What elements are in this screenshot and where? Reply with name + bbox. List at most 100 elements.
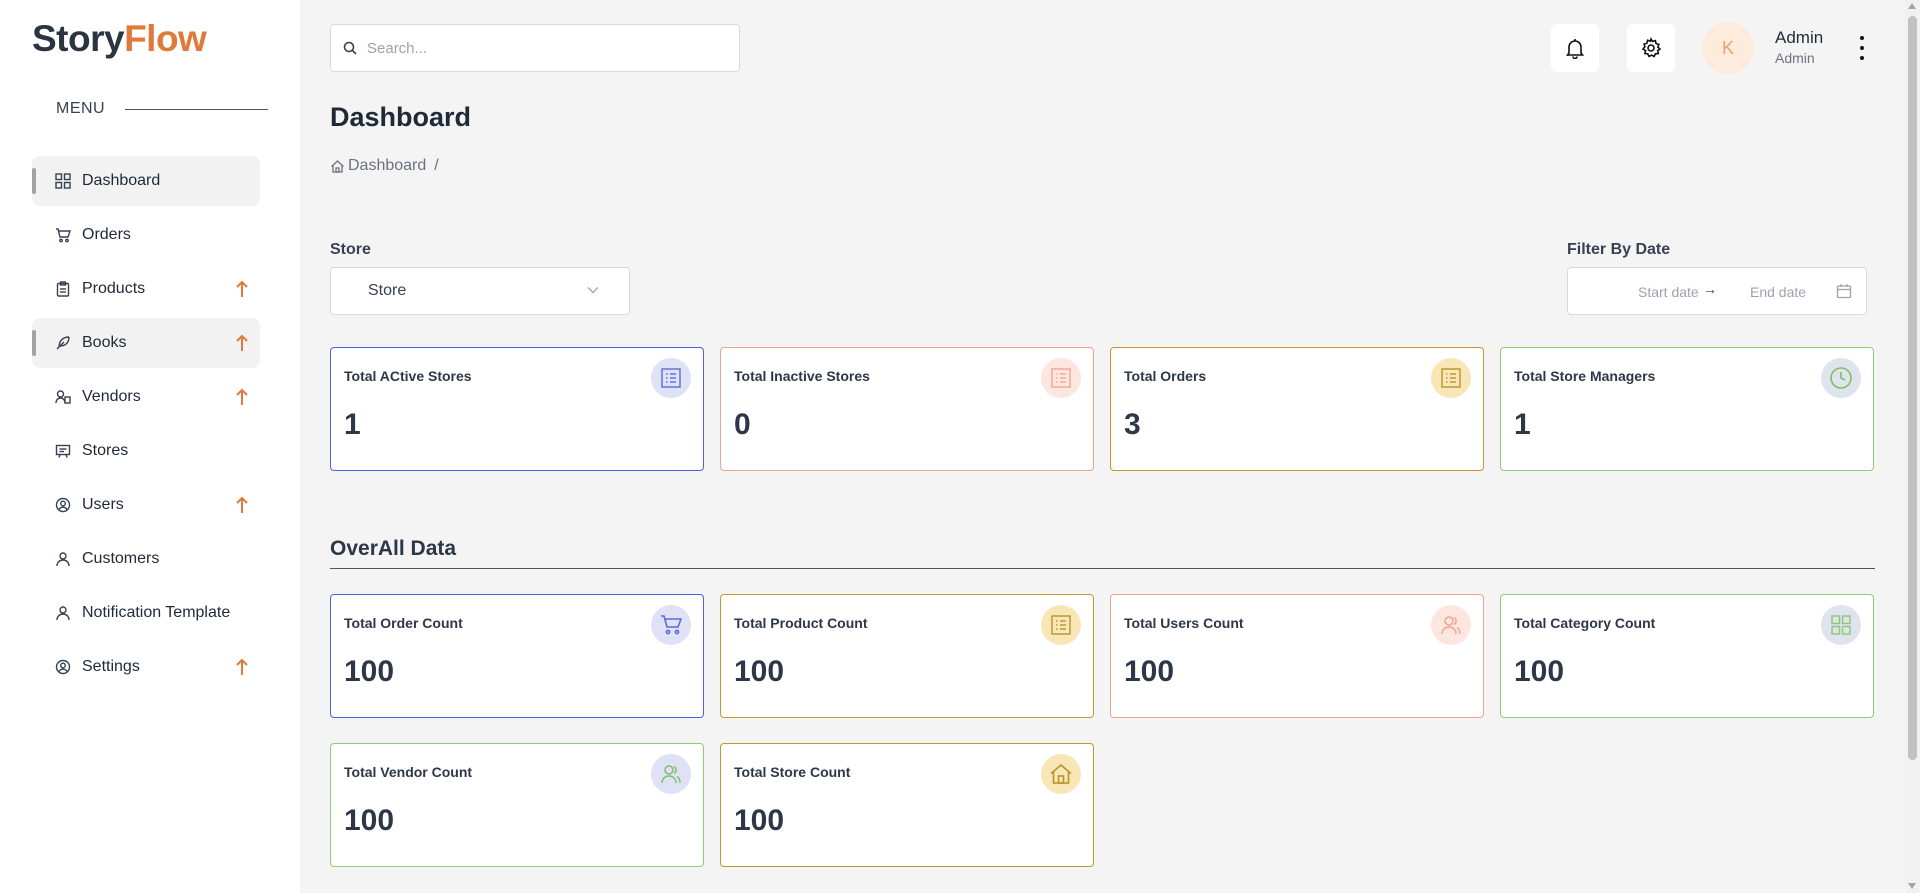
users-icon: [651, 754, 691, 794]
stat-card-value: 1: [344, 408, 361, 441]
vendors-icon: [54, 388, 72, 406]
sidebar-item-stores[interactable]: Stores: [32, 426, 260, 476]
sidebar-item-label: Vendors: [82, 388, 141, 405]
date-filter-label: Filter By Date: [1567, 241, 1671, 258]
stat-card-title: Total Inactive Stores: [734, 368, 870, 384]
stat-card-value: 100: [734, 804, 785, 837]
users-icon: [1431, 605, 1471, 645]
scrollbar-thumb[interactable]: [1908, 16, 1917, 760]
stat-card-value: 0: [734, 408, 751, 441]
stat-card-value: 1: [1514, 408, 1531, 441]
sidebar-item-users[interactable]: Users: [32, 480, 260, 530]
store-select[interactable]: Store: [330, 267, 630, 315]
menu-heading: MENU: [56, 100, 268, 118]
settings-button[interactable]: [1627, 24, 1675, 72]
logo-part-story: Story: [32, 18, 125, 59]
sidebar: StoryFlow MENU Dashboard Orders Products: [0, 0, 300, 893]
stat-card-value: 100: [1124, 655, 1175, 688]
date-range-arrow: →: [1703, 281, 1717, 297]
notifications-button[interactable]: [1551, 24, 1599, 72]
user-role: Admin: [1775, 50, 1815, 66]
cart-icon: [651, 605, 691, 645]
list-icon: [651, 358, 691, 398]
stat-card-title: Total Orders: [1124, 368, 1207, 384]
stat-card-title: Total Product Count: [734, 615, 868, 631]
stat-card-vendor-count: Total Vendor Count 100: [330, 743, 704, 867]
list-icon: [1431, 358, 1471, 398]
date-range-picker[interactable]: Start date → End date: [1567, 267, 1867, 315]
sidebar-item-dashboard[interactable]: Dashboard: [32, 156, 260, 206]
stat-card-value: 100: [734, 655, 785, 688]
search-icon: [343, 41, 357, 55]
user-circle-icon: [54, 496, 72, 514]
section-title: OverAll Data: [330, 537, 457, 560]
list-icon: [1041, 358, 1081, 398]
logo-part-flow: Flow: [124, 18, 207, 59]
sidebar-item-customers[interactable]: Customers: [32, 534, 260, 584]
sidebar-item-notification-template[interactable]: Notification Template: [32, 588, 260, 638]
sidebar-item-label: Notification Template: [82, 604, 231, 621]
search-input[interactable]: [365, 38, 725, 58]
expand-arrow-icon[interactable]: [234, 657, 250, 677]
expand-arrow-icon[interactable]: [234, 279, 250, 299]
grid-icon: [54, 172, 72, 190]
sidebar-item-orders[interactable]: Orders: [32, 210, 260, 260]
sidebar-item-label: Users: [82, 496, 124, 513]
sidebar-item-settings[interactable]: Settings: [32, 642, 260, 692]
expand-arrow-icon[interactable]: [234, 333, 250, 353]
end-date-input[interactable]: End date: [1750, 284, 1806, 300]
user-name[interactable]: Admin: [1775, 28, 1823, 48]
sidebar-nav: Dashboard Orders Products Books Vendors …: [32, 156, 260, 696]
sidebar-item-label: Customers: [82, 550, 160, 567]
stat-card-title: Total Store Managers: [1514, 368, 1656, 384]
sidebar-item-label: Books: [82, 334, 127, 351]
store-filter-label: Store: [330, 241, 371, 258]
stat-card-title: Total Order Count: [344, 615, 463, 631]
section-divider: [330, 568, 1875, 569]
sidebar-item-vendors[interactable]: Vendors: [32, 372, 260, 422]
home-icon: [1041, 754, 1081, 794]
list-icon: [1041, 605, 1081, 645]
scroll-down-arrow-icon[interactable]: [1908, 883, 1916, 889]
breadcrumb-dashboard-link[interactable]: Dashboard: [348, 157, 426, 175]
store-icon: [54, 442, 72, 460]
stat-card-product-count: Total Product Count 100: [720, 594, 1094, 718]
menu-heading-label: MENU: [56, 100, 106, 117]
stat-card-value: 100: [344, 804, 395, 837]
stat-card-value: 100: [344, 655, 395, 688]
sidebar-item-books[interactable]: Books: [32, 318, 260, 368]
clipboard-icon: [54, 280, 72, 298]
stat-card-title: Total Vendor Count: [344, 764, 473, 780]
cart-icon: [54, 226, 72, 244]
stat-card-store-managers: Total Store Managers 1: [1500, 347, 1874, 471]
user-circle-icon: [54, 658, 72, 676]
scroll-up-arrow-icon[interactable]: [1908, 3, 1916, 9]
sidebar-item-label: Products: [82, 280, 146, 297]
user-icon: [54, 550, 72, 568]
bell-icon: [1565, 39, 1585, 59]
sidebar-item-label: Orders: [82, 226, 131, 243]
avatar[interactable]: K: [1702, 22, 1754, 74]
start-date-input[interactable]: Start date: [1638, 284, 1699, 300]
search-box[interactable]: [330, 24, 740, 72]
more-options-icon[interactable]: [1856, 34, 1868, 62]
sidebar-item-products[interactable]: Products: [32, 264, 260, 314]
stat-card-title: Total ACtive Stores: [344, 368, 472, 384]
feather-icon: [54, 334, 72, 352]
stat-card-users-count: Total Users Count 100: [1110, 594, 1484, 718]
home-icon: [331, 159, 344, 173]
stat-card-category-count: Total Category Count 100: [1500, 594, 1874, 718]
stat-card-value: 100: [1514, 655, 1565, 688]
stat-card-active-stores: Total ACtive Stores 1: [330, 347, 704, 471]
expand-arrow-icon[interactable]: [234, 495, 250, 515]
logo[interactable]: StoryFlow: [32, 18, 207, 60]
sidebar-item-label: Settings: [82, 658, 140, 675]
expand-arrow-icon[interactable]: [234, 387, 250, 407]
stat-card-title: Total Users Count: [1124, 615, 1244, 631]
grid-icon: [1821, 605, 1861, 645]
menu-divider: [125, 108, 268, 110]
stat-card-title: Total Store Count: [734, 764, 851, 780]
chevron-down-icon: [587, 287, 599, 294]
stat-card-value: 3: [1124, 408, 1141, 441]
sidebar-item-label: Dashboard: [82, 172, 161, 189]
